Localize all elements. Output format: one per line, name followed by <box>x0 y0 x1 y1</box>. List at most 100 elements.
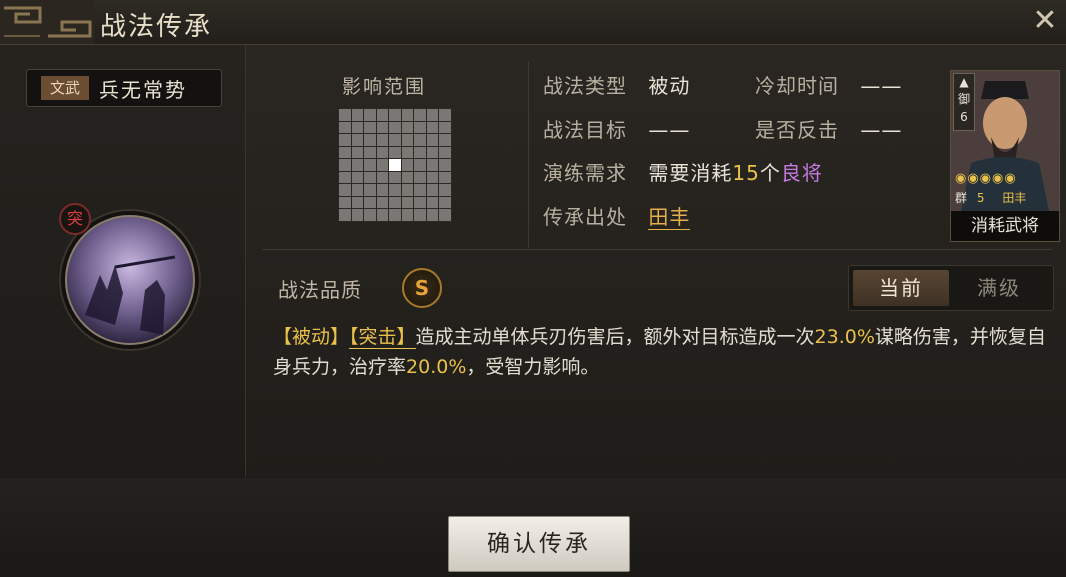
range-cell <box>401 109 414 121</box>
range-cell <box>414 196 426 209</box>
range-cell <box>426 209 439 221</box>
range-cell <box>351 146 364 159</box>
range-cell <box>439 134 451 146</box>
range-cell <box>414 134 426 146</box>
range-cell <box>339 171 351 184</box>
range-cell <box>414 184 426 196</box>
general-card[interactable]: ▲ 御 6 ◉◉◉◉◉ 群 5 田丰 消耗武将 <box>950 70 1060 242</box>
skill-type-tag: 文武 <box>41 76 89 100</box>
range-cell <box>401 196 414 209</box>
info-row-type: 战法类型 被动 <box>543 70 690 99</box>
training-count: 15 <box>732 161 760 185</box>
range-cell <box>364 196 376 209</box>
skill-name: 兵无常势 <box>99 78 187 102</box>
range-cell <box>439 171 451 184</box>
range-cell <box>376 159 389 171</box>
desc-pct-2: 20.0% <box>406 356 467 378</box>
range-cell <box>376 209 389 221</box>
range-cell <box>376 121 389 134</box>
range-cell <box>339 196 351 209</box>
info-row-counter: 是否反击 —— <box>755 114 902 143</box>
training-prefix: 需要消耗 <box>648 161 733 185</box>
range-cell <box>389 109 401 121</box>
info-row-training: 演练需求 需要消耗15个良将 <box>543 157 823 186</box>
range-cell <box>389 209 401 221</box>
range-cell <box>364 146 376 159</box>
range-cell <box>339 121 351 134</box>
range-label: 影响范围 <box>342 76 427 98</box>
range-cell <box>426 146 439 159</box>
range-cell <box>439 209 451 221</box>
desc-text-1: 造成主动单体兵刃伤害后，额外对目标造成一次 <box>415 326 815 348</box>
skill-name-box: 文武 兵无常势 <box>26 69 222 107</box>
range-cell-self <box>389 159 401 171</box>
close-icon[interactable]: ✕ <box>1032 3 1057 38</box>
training-unit: 个 <box>759 161 781 185</box>
arrow-icon: ▲ <box>959 75 969 89</box>
counter-label: 是否反击 <box>755 118 839 142</box>
range-cell <box>401 171 414 184</box>
range-cell <box>364 159 376 171</box>
range-cell <box>339 146 351 159</box>
counter-value: —— <box>860 118 903 142</box>
range-cell <box>414 171 426 184</box>
range-cell <box>339 184 351 196</box>
range-cell <box>426 159 439 171</box>
range-cell <box>376 146 389 159</box>
range-cell <box>426 134 439 146</box>
range-grid <box>338 108 452 222</box>
confirm-inherit-button[interactable]: 确认传承 <box>448 516 630 572</box>
general-cost: 6 <box>960 110 968 124</box>
info-row-cooldown: 冷却时间 —— <box>755 70 902 99</box>
range-cell <box>364 209 376 221</box>
range-cell <box>439 184 451 196</box>
tab-max-level[interactable]: 满级 <box>951 270 1047 306</box>
range-cell <box>364 121 376 134</box>
range-cell <box>401 159 414 171</box>
quality-label: 战法品质 <box>278 278 362 302</box>
range-cell <box>401 146 414 159</box>
target-value: —— <box>648 118 691 142</box>
range-cell <box>401 121 414 134</box>
close-button[interactable]: ✕ <box>1030 4 1060 38</box>
range-cell <box>351 109 364 121</box>
range-cell <box>351 134 364 146</box>
unit-type-badge: ▲ 御 6 <box>953 73 975 131</box>
range-cell <box>389 146 401 159</box>
info-row-target: 战法目标 —— <box>543 114 690 143</box>
desc-pct-1: 23.0% <box>814 326 875 348</box>
range-cell <box>426 184 439 196</box>
range-cell <box>351 184 364 196</box>
range-cell <box>401 209 414 221</box>
range-cell <box>426 121 439 134</box>
unit-type: 御 <box>957 92 970 106</box>
general-name: 田丰 <box>1002 191 1027 205</box>
range-cell <box>376 134 389 146</box>
training-label: 演练需求 <box>543 161 627 185</box>
horizontal-divider <box>262 249 1052 250</box>
range-cell <box>439 121 451 134</box>
tag-passive: 【被动】 <box>273 326 350 348</box>
range-cell <box>376 184 389 196</box>
range-cell <box>389 196 401 209</box>
range-cell <box>351 209 364 221</box>
range-cell <box>351 121 364 134</box>
card-footer: 消耗武将 <box>951 211 1059 241</box>
source-link[interactable]: 田丰 <box>648 205 691 230</box>
range-cell <box>339 134 351 146</box>
training-item-link[interactable]: 良将 <box>781 161 823 185</box>
range-cell <box>364 184 376 196</box>
cooldown-label: 冷却时间 <box>755 74 839 98</box>
range-cell <box>401 134 414 146</box>
range-cell <box>364 134 376 146</box>
quality-badge: S <box>402 268 442 308</box>
tab-current[interactable]: 当前 <box>853 270 949 306</box>
general-faction: 群 <box>955 191 968 205</box>
source-label: 传承出处 <box>543 205 627 229</box>
range-cell <box>351 196 364 209</box>
range-cell <box>376 109 389 121</box>
star-icon: ◉◉◉◉◉ <box>955 171 1017 186</box>
range-cell <box>439 146 451 159</box>
range-cell <box>401 184 414 196</box>
tag-assault-link[interactable]: 【突击】 <box>349 326 416 349</box>
